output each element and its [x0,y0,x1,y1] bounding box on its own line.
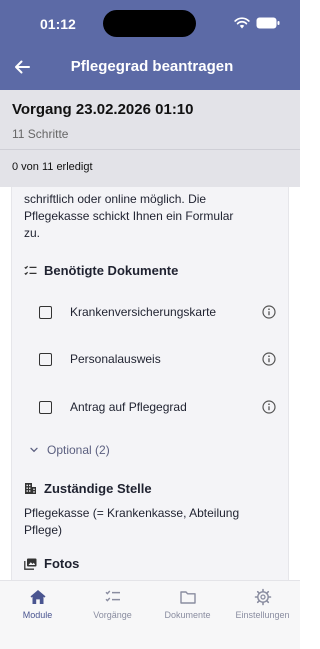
description-line: Pflegekasse schickt Ihnen ein Formular [24,209,234,223]
tab-dokumente[interactable]: Dokumente [150,581,225,649]
dynamic-island [103,10,196,37]
responsible-office-label: Zuständige Stelle [44,481,152,496]
gear-icon [254,588,271,606]
checklist-icon [24,265,37,275]
tab-label: Vorgänge [93,610,132,620]
navigation-bar: Pflegegrad beantragen [0,44,300,90]
status-icons [234,17,280,29]
photos-heading: Fotos [24,556,79,571]
process-title: Vorgang 23.02.2026 01:10 [12,101,194,118]
page-title: Pflegegrad beantragen [70,58,234,75]
building-icon [25,483,36,494]
photos-heading-label: Fotos [44,556,80,571]
responsible-office-heading: Zuständige Stelle [24,481,152,496]
tab-bar: Module Vorgänge Dokumente Einstellungen [0,580,300,649]
document-item-krankenversicherungskarte[interactable]: Krankenversicherungskarte [24,300,284,324]
folder-icon [179,591,196,604]
step-description: schriftlich oder online möglich. Die Pfl… [24,191,280,242]
step-card: schriftlich oder online möglich. Die Pfl… [11,187,289,580]
progress-text: 0 von 11 erledigt [12,161,93,173]
tab-label: Module [22,610,53,620]
tab-vorgaenge[interactable]: Vorgänge [75,581,150,649]
optional-documents-toggle[interactable]: Optional (2) [30,443,110,457]
wifi-icon [234,17,250,29]
document-checkbox[interactable] [39,352,52,366]
documents-heading-label: Benötigte Dokumente [44,263,179,278]
tab-einstellungen[interactable]: Einstellungen [225,581,300,649]
document-checkbox[interactable] [39,400,52,414]
tab-label: Einstellungen [235,610,290,620]
responsible-office-text: Pflegekasse (= Krankenkasse, Abteilung P… [24,505,284,539]
checklist-icon [105,590,120,602]
tab-module[interactable]: Module [0,581,75,649]
divider [0,149,300,150]
battery-icon [256,17,280,29]
info-icon[interactable] [262,305,276,319]
document-label: Antrag auf Pflegegrad [70,400,187,414]
tab-label: Dokumente [164,610,211,620]
process-summary: Vorgang 23.02.2026 01:10 11 Schritte 0 v… [0,90,300,187]
office-line: Pflegekasse (= Krankenkasse, Abteilung [24,506,240,520]
documents-heading: Benötigte Dokumente [24,263,178,278]
home-icon [30,590,45,604]
optional-label: Optional (2) [47,443,110,457]
document-label: Personalausweis [70,352,161,366]
document-item-personalausweis[interactable]: Personalausweis [24,347,284,371]
info-icon[interactable] [262,400,276,414]
description-line: zu. [24,226,41,240]
document-checkbox[interactable] [39,305,52,319]
status-bar: 01:12 [0,0,300,44]
chevron-down-icon [30,447,38,453]
document-item-antrag-pflegegrad[interactable]: Antrag auf Pflegegrad [24,395,284,419]
photo-icon [24,558,37,570]
document-label: Krankenversicherungskarte [70,305,217,319]
step-count: 11 Schritte [12,127,69,141]
description-line: schriftlich oder online möglich. Die [24,192,207,206]
info-icon[interactable] [262,352,276,366]
status-time: 01:12 [40,16,76,32]
office-line: Pflege) [24,523,63,537]
